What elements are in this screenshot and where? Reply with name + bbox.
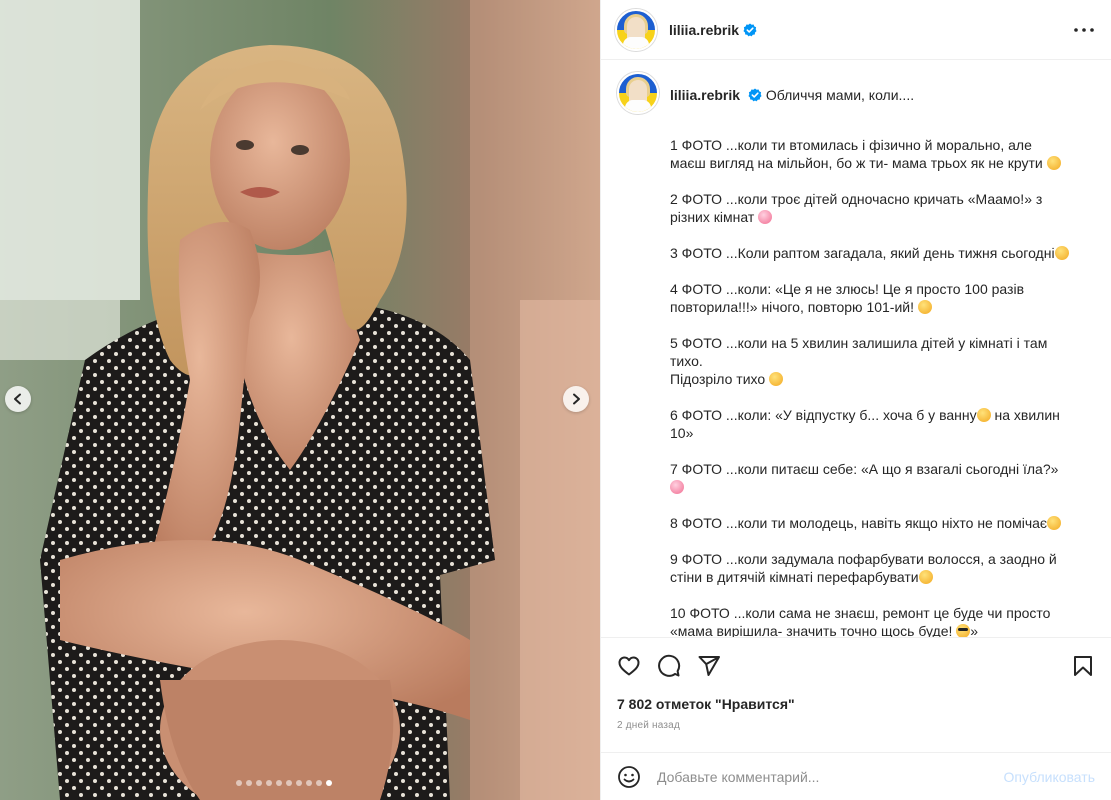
post-side-panel: liliia.rebrik liliia.rebrik Обличчя мами… bbox=[600, 0, 1111, 800]
header-username[interactable]: liliia.rebrik bbox=[669, 22, 739, 38]
carousel-dot bbox=[296, 780, 302, 786]
carousel-dot bbox=[246, 780, 252, 786]
add-comment-bar: Опубликовать bbox=[601, 752, 1111, 800]
post-media[interactable] bbox=[0, 0, 600, 800]
bookmark-icon bbox=[1074, 656, 1092, 676]
sweat-smile-emoji bbox=[918, 570, 933, 584]
caption-body: 1 ФОТО ...коли ти втомилась і фізично й … bbox=[670, 136, 1070, 637]
caption-line: 1 ФОТО ...коли ти втомилась і фізично й … bbox=[670, 136, 1070, 172]
carousel-next-button[interactable] bbox=[563, 386, 589, 412]
share-icon bbox=[698, 656, 720, 676]
caption-header: liliia.rebrik Обличчя мами, коли.... bbox=[617, 72, 1095, 114]
caption-title-line: liliia.rebrik Обличчя мами, коли.... bbox=[670, 86, 914, 104]
caption-line: 7 ФОТО ...коли питаєш себе: «А що я взаг… bbox=[670, 460, 1070, 496]
carousel-dot bbox=[316, 780, 322, 786]
face-with-tongue-emoji bbox=[769, 372, 784, 386]
like-button[interactable] bbox=[617, 654, 641, 678]
caption-line: 9 ФОТО ...коли задумала пофарбувати воло… bbox=[670, 551, 1057, 585]
more-options-icon bbox=[1074, 27, 1094, 32]
caption-line: 10 ФОТО ...коли сама не знаєш, ремонт це… bbox=[670, 605, 1051, 637]
avatar[interactable] bbox=[615, 8, 657, 51]
save-button[interactable] bbox=[1071, 654, 1095, 678]
caption-line: 5 ФОТО ...коли на 5 хвилин залишила діте… bbox=[670, 335, 1048, 387]
grinning-sweat-emoji bbox=[1046, 156, 1061, 170]
woozy-face-emoji bbox=[758, 210, 773, 224]
caption-line: 8 ФОТО ...коли ти молодець, навіть якщо … bbox=[670, 514, 1070, 532]
comment-input[interactable] bbox=[657, 768, 1004, 785]
carousel-dot bbox=[276, 780, 282, 786]
comment-icon bbox=[658, 654, 681, 677]
carousel-dot bbox=[266, 780, 272, 786]
flushed-face-emoji bbox=[670, 480, 684, 494]
sunglasses-emoji bbox=[956, 624, 971, 637]
caption-username[interactable]: liliia.rebrik bbox=[670, 87, 740, 103]
comment-button[interactable] bbox=[657, 654, 681, 678]
caption-line: 2 ФОТО ...коли троє дітей одночасно крич… bbox=[670, 191, 1043, 225]
verified-badge-icon bbox=[748, 88, 762, 102]
share-button[interactable] bbox=[697, 654, 721, 678]
exploding-head-emoji bbox=[1054, 246, 1069, 260]
action-icons-row bbox=[617, 638, 1095, 694]
heart-icon bbox=[618, 656, 640, 676]
comments-area[interactable]: liliia.rebrik Обличчя мами, коли.... 1 Ф… bbox=[601, 60, 1111, 637]
caption-avatar[interactable] bbox=[617, 72, 659, 114]
chevron-left-icon bbox=[14, 393, 21, 405]
carousel-dot bbox=[236, 780, 242, 786]
caption-line: 4 ФОТО ...коли: «Це я не злюсь! Це я про… bbox=[670, 281, 1025, 315]
verified-badge-icon bbox=[743, 23, 757, 37]
emoji-picker-button[interactable] bbox=[617, 765, 641, 789]
caption-line: 6 ФОТО ...коли: «У відпустку б... хоча б… bbox=[670, 407, 1060, 441]
carousel-indicator bbox=[236, 780, 332, 786]
zany-face-emoji bbox=[976, 408, 991, 422]
post-header: liliia.rebrik bbox=[601, 0, 1111, 60]
caption-line: 3 ФОТО ...Коли раптом загадала, який ден… bbox=[670, 244, 1070, 262]
post-timestamp[interactable]: 2 дней назад bbox=[617, 720, 1095, 731]
carousel-dot bbox=[306, 780, 312, 786]
smiley-icon bbox=[618, 765, 640, 788]
carousel-dot bbox=[326, 780, 332, 786]
halo-face-emoji bbox=[1047, 516, 1062, 530]
publish-button[interactable]: Опубликовать bbox=[1003, 769, 1095, 785]
caption-title: Обличчя мами, коли.... bbox=[765, 87, 915, 103]
post-photo bbox=[0, 0, 600, 800]
carousel-prev-button[interactable] bbox=[5, 386, 31, 412]
rolling-eyes-emoji bbox=[917, 300, 932, 314]
carousel-dot bbox=[256, 780, 262, 786]
likes-count[interactable]: 7 802 отметок "Нравится" bbox=[617, 696, 1095, 712]
more-options-button[interactable] bbox=[1073, 27, 1095, 33]
carousel-dot bbox=[286, 780, 292, 786]
post-actions: 7 802 отметок "Нравится" 2 дней назад bbox=[601, 637, 1111, 731]
chevron-right-icon bbox=[573, 393, 580, 405]
